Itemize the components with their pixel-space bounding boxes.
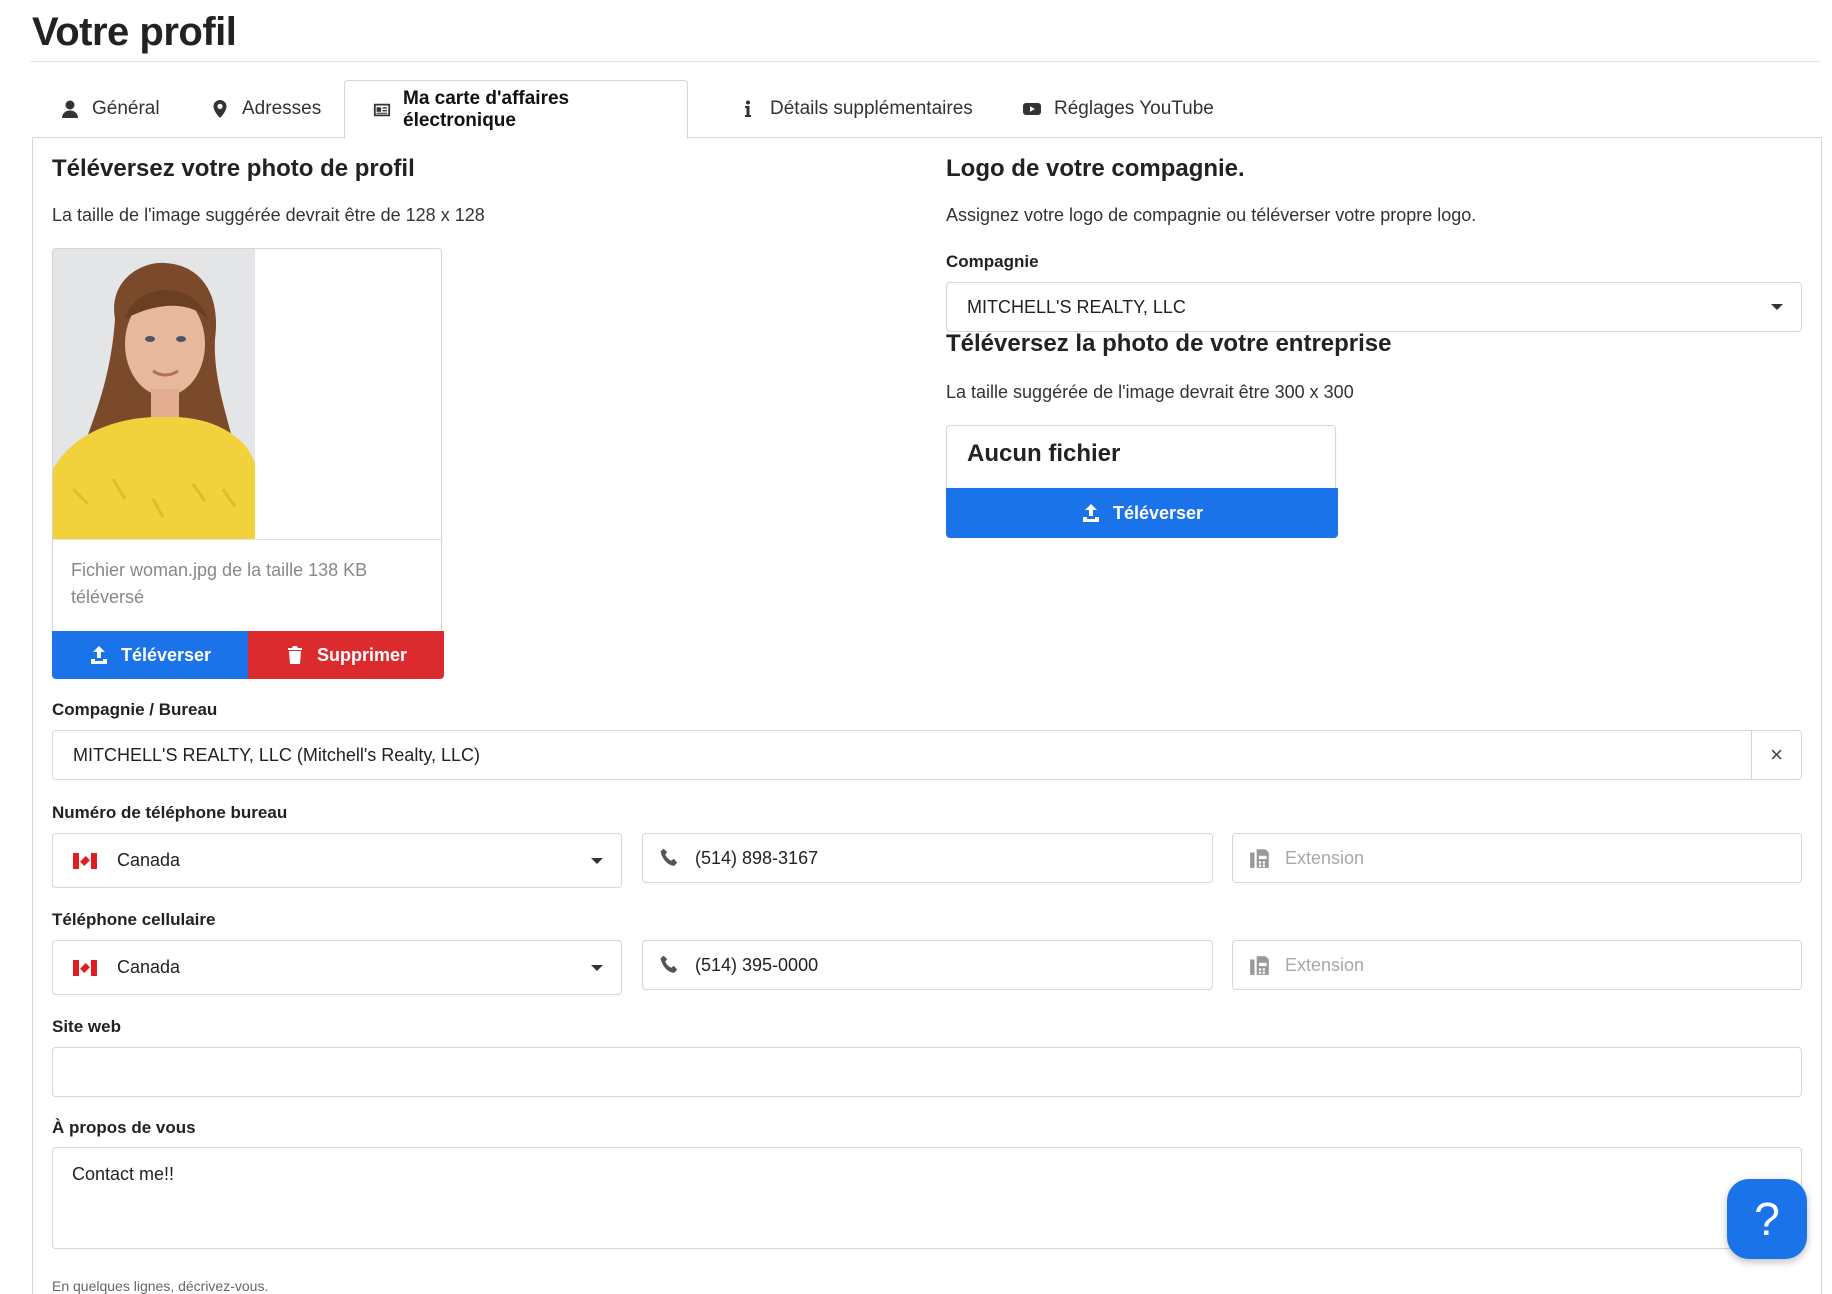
company-select[interactable]: MITCHELL'S REALTY, LLC — [946, 282, 1802, 332]
youtube-icon — [1023, 103, 1041, 115]
office-phone-country-value: Canada — [117, 850, 181, 870]
upload-profile-photo-label: Téléverser — [120, 644, 212, 665]
tab-addresses-label: Adresses — [242, 98, 322, 119]
help-button[interactable]: ? — [1727, 1179, 1807, 1259]
office-input[interactable]: MITCHELL'S REALTY, LLC (Mitchell's Realt… — [52, 730, 1802, 780]
company-photo-heading: Téléversez la photo de votre entreprise — [946, 330, 1392, 357]
profile-photo — [53, 249, 255, 539]
about-label: À propos de vous — [52, 1118, 196, 1137]
delete-profile-photo-label: Supprimer — [316, 644, 408, 665]
map-marker-icon — [213, 100, 227, 118]
company-photo-card: Aucun fichier Téléverser — [946, 425, 1338, 538]
office-label: Compagnie / Bureau — [52, 700, 218, 719]
tab-extra-details[interactable]: Détails supplémentaires — [710, 80, 1001, 138]
tab-general[interactable]: Général — [32, 80, 188, 138]
info-icon — [745, 100, 751, 117]
cell-phone-country-value: Canada — [117, 957, 181, 977]
id-card-icon — [373, 103, 391, 116]
office-phone-extension-placeholder: Extension — [1285, 847, 1365, 868]
chevron-down-icon — [591, 964, 603, 971]
office-phone-label: Numéro de téléphone bureau — [52, 803, 288, 822]
trash-icon — [287, 646, 302, 664]
cell-phone-extension-placeholder: Extension — [1285, 954, 1365, 975]
office-phone-value: (514) 898-3167 — [695, 847, 819, 868]
profile-photo-help: La taille de l'image suggérée devrait êt… — [52, 205, 485, 225]
office-phone-extension-input[interactable]: Extension — [1232, 833, 1802, 883]
delete-profile-photo-button[interactable]: Supprimer — [248, 631, 444, 679]
profile-photo-heading: Téléversez votre photo de profil — [52, 155, 415, 182]
title-divider — [30, 61, 1820, 62]
close-icon: × — [1770, 742, 1783, 767]
cell-phone-value: (514) 395-0000 — [695, 954, 819, 975]
upload-company-photo-label: Téléverser — [1112, 502, 1204, 523]
fax-icon — [1250, 849, 1269, 868]
phone-icon — [660, 955, 678, 973]
chevron-down-icon — [591, 857, 603, 864]
canada-flag-icon — [73, 852, 97, 869]
office-phone-input[interactable]: (514) 898-3167 — [642, 833, 1213, 883]
fax-icon — [1250, 956, 1269, 975]
about-help: En quelques lignes, décrivez-vous. — [52, 1278, 269, 1294]
company-logo-heading: Logo de votre compagnie. — [946, 155, 1245, 182]
upload-icon — [90, 646, 107, 664]
tab-youtube-settings-label: Réglages YouTube — [1054, 98, 1214, 119]
tab-business-card[interactable]: Ma carte d'affaires électronique — [344, 80, 688, 139]
page-title: Votre profil — [32, 10, 237, 54]
cell-phone-extension-input[interactable]: Extension — [1232, 940, 1802, 990]
company-select-value: MITCHELL'S REALTY, LLC — [967, 296, 1186, 317]
profile-photo-actions: Téléverser Supprimer — [52, 631, 444, 679]
company-label: Compagnie — [946, 252, 1039, 271]
tab-bar: Général Adresses Ma carte d'affaires éle… — [32, 80, 1822, 139]
tab-youtube-settings[interactable]: Réglages YouTube — [994, 80, 1242, 138]
tab-general-label: Général — [92, 98, 160, 119]
no-file-label: Aucun fichier — [967, 440, 1121, 467]
question-icon: ? — [1754, 1193, 1780, 1245]
upload-company-photo-button[interactable]: Téléverser — [946, 488, 1338, 538]
chevron-down-icon — [1771, 304, 1783, 310]
office-phone-country-select[interactable]: Canada — [52, 833, 622, 888]
profile-photo-caption: Fichier woman.jpg de la taille 138 KB té… — [71, 560, 368, 607]
cell-phone-input[interactable]: (514) 395-0000 — [642, 940, 1213, 990]
canada-flag-icon — [73, 959, 97, 976]
company-photo-help: La taille suggérée de l'image devrait êt… — [946, 382, 1354, 402]
tab-addresses[interactable]: Adresses — [182, 80, 349, 138]
upload-icon — [1082, 504, 1099, 522]
profile-photo-card: Fichier woman.jpg de la taille 138 KB té… — [52, 248, 444, 679]
company-logo-help: Assignez votre logo de compagnie ou télé… — [946, 205, 1477, 225]
about-textarea[interactable]: Contact me!! — [52, 1147, 1802, 1249]
website-input[interactable] — [52, 1047, 1802, 1097]
cell-phone-label: Téléphone cellulaire — [52, 910, 216, 929]
clear-office-button[interactable]: × — [1751, 731, 1801, 779]
tab-extra-details-label: Détails supplémentaires — [770, 98, 973, 119]
upload-profile-photo-button[interactable]: Téléverser — [52, 631, 248, 679]
office-value: MITCHELL'S REALTY, LLC (Mitchell's Realt… — [73, 744, 480, 765]
user-icon — [62, 100, 78, 118]
phone-icon — [660, 848, 678, 866]
tab-business-card-label: Ma carte d'affaires électronique — [403, 87, 570, 131]
website-label: Site web — [52, 1017, 121, 1036]
cell-phone-country-select[interactable]: Canada — [52, 940, 622, 995]
